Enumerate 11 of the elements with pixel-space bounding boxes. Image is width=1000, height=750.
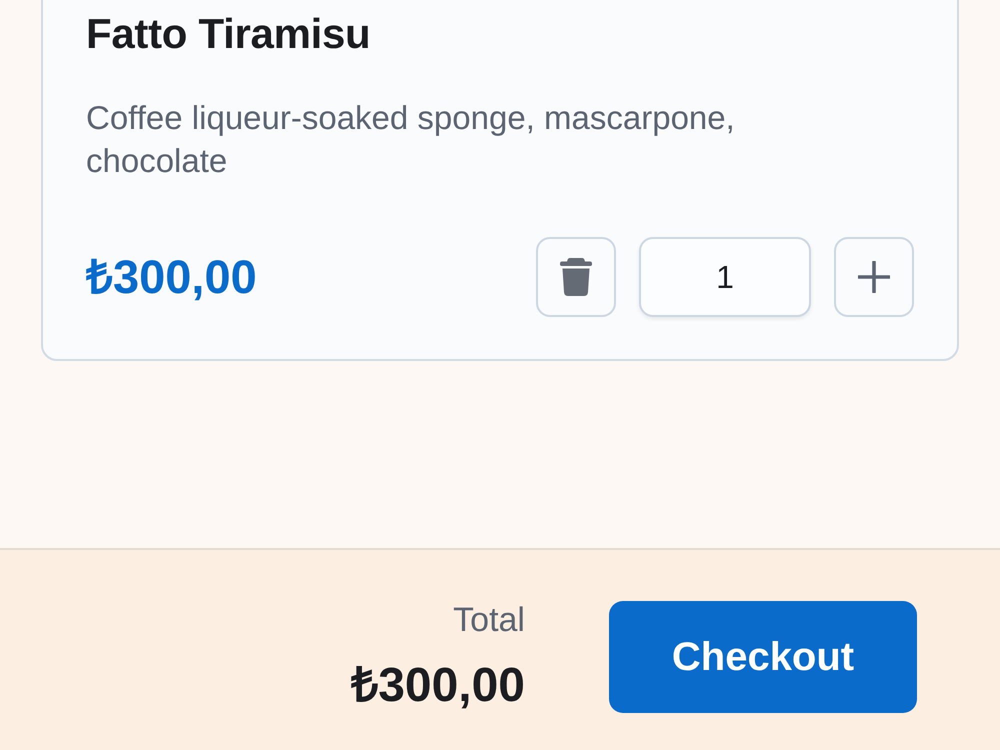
total-amount: ₺300,00 — [351, 658, 525, 714]
increase-button[interactable] — [834, 237, 914, 317]
total-label: Total — [453, 600, 525, 640]
item-description: Coffee liqueur-soaked sponge, mascarpone, chocolate — [86, 98, 736, 181]
item-name: Fatto Tiramisu — [86, 10, 372, 58]
plus-icon — [858, 261, 890, 293]
trash-icon — [560, 258, 592, 296]
checkout-button[interactable]: Checkout — [609, 601, 917, 713]
quantity-field[interactable]: 1 — [639, 237, 811, 317]
delete-button[interactable] — [536, 237, 616, 317]
item-price: ₺300,00 — [86, 249, 257, 305]
